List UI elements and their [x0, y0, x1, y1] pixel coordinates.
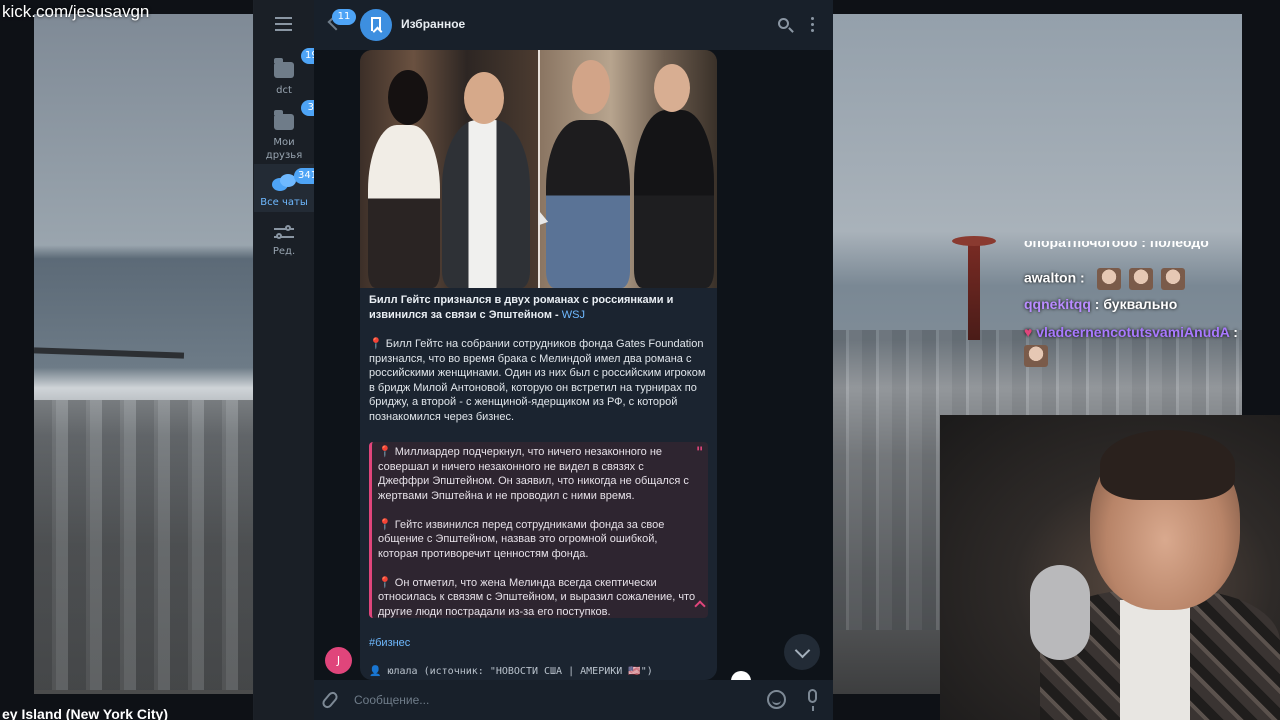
emote-icon	[1128, 268, 1153, 290]
chat-username: awalton	[1024, 269, 1077, 286]
chat-message: буквально	[1099, 296, 1178, 312]
person-figure	[442, 120, 530, 288]
message-photo[interactable]	[360, 50, 717, 288]
chat-separator: :	[1076, 269, 1085, 286]
quote-paragraph: 📍 Он отметил, что жена Мелинда всегда ск…	[378, 576, 696, 618]
emoji-icon[interactable]	[767, 690, 786, 709]
folder-label: Мои друзья	[265, 137, 303, 161]
bookmark-icon	[371, 17, 381, 31]
chat-username: qqnekitqq	[1024, 296, 1091, 312]
emote-icon	[1024, 345, 1048, 367]
pin-icon: 📍	[369, 338, 383, 350]
edit-folders-icon	[274, 225, 294, 241]
attach-icon[interactable]	[320, 689, 340, 711]
quote-text: 📍 Миллиардер подчеркнул, что ничего неза…	[378, 445, 696, 624]
folder-icon: 193	[274, 48, 329, 78]
location-caption: ey Island (New York City)	[2, 706, 168, 720]
message-composer	[314, 680, 833, 720]
photo-divider	[538, 50, 540, 288]
emote-icon	[1096, 268, 1121, 290]
chat-line: ♥ vladcernencotutsvamiAnudA :	[1024, 324, 1238, 340]
censored-face	[388, 70, 428, 125]
face	[654, 64, 690, 112]
chats-icon: 341	[272, 168, 322, 194]
telegram-window: 193 dct 30 Мои друзья 341 Все чаты	[253, 0, 833, 720]
chat-header: 11 Избранное	[314, 0, 833, 50]
folder-icon: 30	[274, 100, 327, 130]
message-input[interactable]	[354, 689, 734, 711]
folder-edit[interactable]: Ред.	[254, 225, 314, 265]
microphone	[1030, 565, 1090, 660]
heart-icon: ♥	[1024, 324, 1037, 340]
emote-icon	[1160, 268, 1185, 290]
person-figure	[546, 120, 630, 288]
streamer-shirt	[1120, 600, 1190, 720]
pin-icon: 📍	[378, 576, 392, 589]
forward-source: 👤 юлала (источник: "НОВОСТИ США | АМЕРИК…	[369, 666, 653, 677]
folder-label: Ред.	[272, 246, 296, 257]
quote-paragraph: 📍 Миллиардер подчеркнул, что ничего неза…	[378, 446, 689, 502]
chat-line: awalton :	[1024, 268, 1185, 290]
expandable-quote[interactable]: 📍 Миллиардер подчеркнул, что ничего неза…	[369, 442, 708, 618]
folder-label: dct	[276, 85, 292, 96]
quote-paragraph: 📍 Гейтс извинился перед сотрудниками фон…	[378, 518, 665, 560]
microphone-icon[interactable]	[808, 689, 817, 711]
news-body: 📍 Билл Гейтс на собрании сотрудников фон…	[369, 337, 711, 424]
sender-avatar[interactable]: J	[325, 647, 352, 674]
buildings-left	[34, 400, 254, 690]
news-headline: Билл Гейтс признался в двух романах с ро…	[369, 293, 709, 323]
search-icon[interactable]	[778, 18, 789, 29]
source-link[interactable]: WSJ	[562, 309, 585, 321]
pin-icon: 📍	[378, 446, 392, 458]
parachute-tower	[968, 240, 980, 340]
saved-messages-avatar[interactable]	[360, 9, 392, 41]
message-footer: #бизнес 👤 юлала (источник: "НОВОСТИ США …	[360, 624, 717, 680]
headline-separator: -	[551, 309, 562, 321]
quote-mark-icon: "	[696, 445, 704, 461]
hashtag-link[interactable]: #бизнес	[369, 637, 410, 649]
chat-line-cut: опоратпочогооо : полеодо	[1024, 241, 1209, 249]
folder-all-chats[interactable]: 341 Все чаты	[254, 164, 322, 212]
chat-separator: :	[1229, 324, 1238, 340]
stream-url: kick.com/jesusavgn	[2, 2, 150, 21]
scroll-down-button[interactable]	[784, 634, 820, 670]
chat-pane: 11 Избранное Билл Гейтс признался в двух…	[314, 0, 833, 720]
hamburger-menu-icon[interactable]	[275, 17, 292, 31]
collapse-quote-icon[interactable]	[694, 600, 706, 612]
folder-label: Все чаты	[260, 197, 308, 208]
pin-icon: 📍	[378, 518, 392, 531]
more-options-icon[interactable]	[811, 17, 814, 32]
streamer-hair	[1100, 430, 1235, 500]
chat-line	[1024, 345, 1048, 367]
back-unread-badge: 11	[332, 9, 356, 25]
person-figure	[368, 125, 440, 288]
body-text: Билл Гейтс на собрании сотрудников фонда…	[369, 338, 706, 423]
chat-title[interactable]: Избранное	[401, 17, 465, 31]
message-bubble[interactable]: Билл Гейтс признался в двух романах с ро…	[360, 50, 717, 624]
chat-username: vladcernencotutsvamiAnudA	[1036, 324, 1230, 340]
folder-dct[interactable]: 193 dct	[254, 48, 329, 98]
face	[464, 72, 504, 124]
face	[572, 60, 610, 114]
person-figure	[634, 110, 714, 288]
folder-sidebar: 193 dct 30 Мои друзья 341 Все чаты	[254, 0, 329, 720]
parachute-tower-top	[952, 236, 996, 246]
chat-line: qqnekitqq : буквально	[1024, 296, 1177, 312]
headline-text: Билл Гейтс признался в двух романах с ро…	[369, 294, 674, 321]
folder-my-friends[interactable]: 30 Мои друзья	[254, 100, 327, 162]
